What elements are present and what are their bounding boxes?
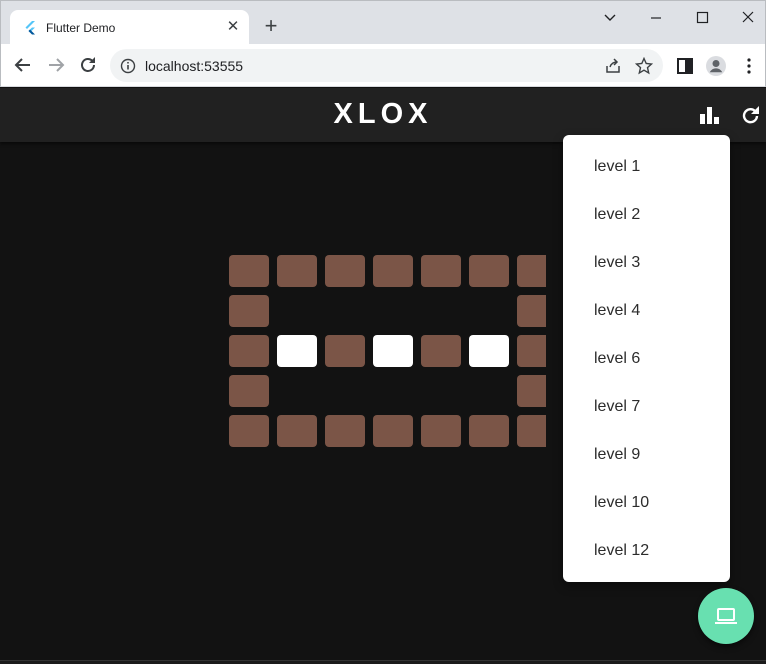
close-window-icon[interactable]: [737, 7, 759, 29]
app-bar: XLOX: [0, 88, 766, 142]
tile-brown[interactable]: [517, 375, 546, 407]
tile-brown[interactable]: [229, 295, 269, 327]
menu-item-level[interactable]: level 7: [563, 383, 730, 431]
tile-brown[interactable]: [421, 415, 461, 447]
menu-item-level[interactable]: level 3: [563, 239, 730, 287]
new-tab-button[interactable]: +: [260, 15, 282, 37]
url-text[interactable]: localhost:53555: [145, 58, 243, 74]
tile-brown[interactable]: [277, 255, 317, 287]
menu-item-level[interactable]: level 10: [563, 479, 730, 527]
laptop-icon: [715, 608, 737, 624]
level-menu: level 1 level 2 level 3 level 4 level 6 level…: [563, 135, 730, 582]
tile-brown[interactable]: [469, 255, 509, 287]
flutter-icon: [25, 21, 35, 35]
tile-brown[interactable]: [229, 375, 269, 407]
game-board: [229, 255, 546, 448]
tile-brown[interactable]: [421, 255, 461, 287]
reload-icon[interactable]: [76, 53, 100, 77]
minimize-icon[interactable]: [645, 7, 667, 29]
forward-arrow-icon[interactable]: [44, 53, 68, 77]
tab-title: Flutter Demo: [46, 21, 116, 35]
menu-item-level[interactable]: level 2: [563, 191, 730, 239]
tile-brown[interactable]: [517, 415, 546, 447]
menu-item-level[interactable]: level 9: [563, 431, 730, 479]
tile-brown[interactable]: [421, 335, 461, 367]
tile-brown[interactable]: [517, 255, 546, 287]
browser-toolbar: localhost:53555: [0, 44, 766, 87]
maximize-icon[interactable]: [691, 7, 713, 29]
tile-brown[interactable]: [469, 415, 509, 447]
tile-brown[interactable]: [325, 415, 365, 447]
side-panel-icon[interactable]: [674, 55, 696, 77]
menu-item-level[interactable]: level 1: [563, 143, 730, 191]
laptop-fab-button[interactable]: [698, 588, 754, 644]
tile-brown[interactable]: [229, 335, 269, 367]
menu-item-level[interactable]: level 6: [563, 335, 730, 383]
tile-brown[interactable]: [373, 255, 413, 287]
browser-titlebar: Flutter Demo ✕ +: [0, 0, 766, 46]
tile-white[interactable]: [373, 335, 413, 367]
tile-brown[interactable]: [325, 255, 365, 287]
tile-brown[interactable]: [325, 335, 365, 367]
kebab-menu-icon[interactable]: [738, 55, 760, 77]
tile-brown[interactable]: [517, 295, 546, 327]
tab-search-chevron-icon[interactable]: [599, 7, 621, 29]
back-arrow-icon[interactable]: [11, 53, 35, 77]
tile-brown[interactable]: [373, 415, 413, 447]
tile-brown[interactable]: [229, 255, 269, 287]
tile-brown[interactable]: [517, 335, 546, 367]
refresh-icon[interactable]: [740, 104, 762, 126]
menu-item-level[interactable]: level 4: [563, 287, 730, 335]
tile-white[interactable]: [277, 335, 317, 367]
tile-brown[interactable]: [229, 415, 269, 447]
menu-item-level[interactable]: level 12: [563, 527, 730, 575]
tab-close-icon[interactable]: ✕: [224, 18, 242, 36]
bookmark-star-icon[interactable]: [635, 57, 653, 75]
share-icon[interactable]: [604, 57, 622, 75]
tile-white[interactable]: [469, 335, 509, 367]
app-title: XLOX: [333, 98, 433, 130]
bar-chart-icon[interactable]: [699, 104, 721, 126]
site-info-icon[interactable]: [120, 58, 136, 74]
address-bar[interactable]: localhost:53555: [110, 49, 663, 82]
tile-brown[interactable]: [277, 415, 317, 447]
browser-tab[interactable]: Flutter Demo ✕: [10, 10, 249, 46]
profile-avatar-icon[interactable]: [705, 55, 727, 77]
window-bottom-edge: [0, 660, 766, 664]
